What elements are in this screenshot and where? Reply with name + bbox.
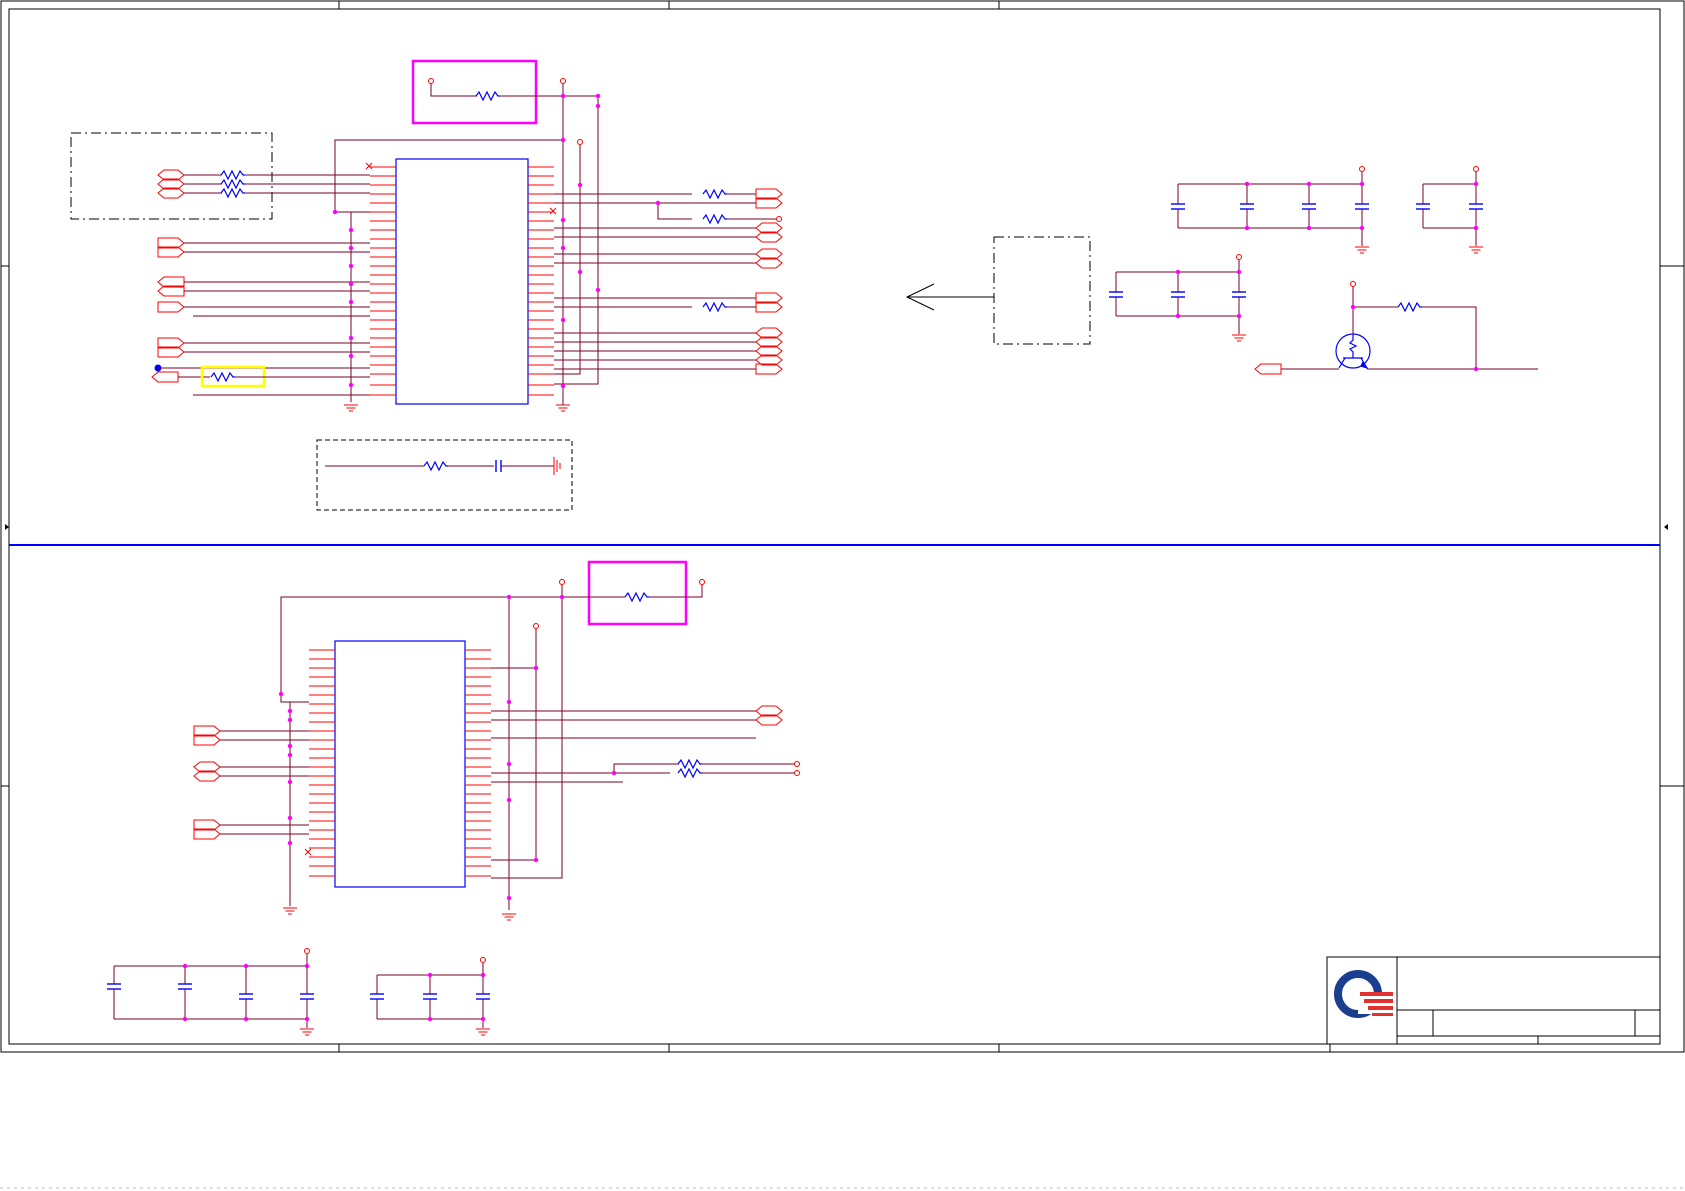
bottom-circuit xyxy=(106,560,800,1036)
ic-u2-right-pins xyxy=(464,649,492,877)
capacitor-icon xyxy=(495,459,502,473)
dashed-box-rc xyxy=(316,439,573,511)
power-port-icon xyxy=(1359,166,1365,172)
ic-u2-body xyxy=(334,640,466,888)
dashdot-box-left xyxy=(70,132,273,220)
resistor-icon xyxy=(475,91,501,101)
ic-u2-left-pins xyxy=(308,649,336,877)
dashdot-box-right xyxy=(993,236,1091,345)
highlight-box-magenta-bottom xyxy=(587,560,688,626)
ic-u1-body xyxy=(395,158,529,405)
ground-icon xyxy=(555,404,571,412)
transistor-icon xyxy=(1335,333,1371,370)
arrow-icon xyxy=(905,283,994,311)
logo-icon xyxy=(1334,970,1394,1018)
schematic-canvas xyxy=(0,0,1685,1189)
top-circuit xyxy=(70,59,1538,511)
ic-u1-right-pins xyxy=(527,166,555,396)
junctions-top-ic xyxy=(332,93,661,389)
ic-u1-left-pins xyxy=(369,166,397,396)
